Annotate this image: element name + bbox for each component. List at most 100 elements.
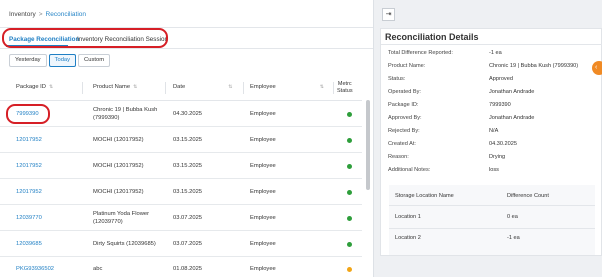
field-label-package-id: Package ID:	[388, 102, 419, 108]
column-header-label: Date	[173, 84, 186, 90]
product-name: MOCHI (12017952)	[93, 189, 144, 195]
row-employee: Employee	[250, 241, 276, 247]
row-highlight-annotation	[6, 104, 50, 124]
collapse-panel-icon[interactable]: ⇥	[382, 8, 395, 21]
product-name: Chronic 19 | Bubba Kush (7999390)	[93, 107, 157, 122]
column-header-label: Product Name	[93, 84, 131, 90]
table-scrollbar-thumb[interactable]	[366, 100, 370, 190]
field-label-reason: Reason:	[388, 154, 409, 160]
table-header: Package ID ⇅ Product Name ⇅ Date ⇅ Employee…	[0, 76, 362, 101]
column-header-difference-count: Difference Count	[507, 193, 549, 199]
field-value-total-difference: -1 ea	[489, 50, 502, 56]
table-divider	[389, 205, 595, 206]
filter-yesterday[interactable]: Yesterday	[9, 54, 47, 67]
package-id-link[interactable]: 12017952	[16, 163, 42, 171]
table-row[interactable]: 12017952 MOCHI (12017952) 03.15.2025 Emp…	[0, 153, 362, 179]
metrc-status-dot	[347, 112, 352, 117]
reconciliation-list-panel: Inventory > Reconciliation Package Reconci…	[0, 0, 374, 277]
table-row[interactable]: 12017952 MOCHI (12017952) 03.15.2025 Emp…	[0, 179, 362, 205]
metrc-status-dot	[347, 267, 352, 272]
field-label-approved-by: Approved By:	[388, 115, 422, 121]
product-name-line: Platinum Yoda Flower	[93, 211, 150, 217]
row-date: 01.08.2025	[173, 266, 203, 272]
filter-today[interactable]: Today	[48, 54, 77, 67]
app: Inventory > Reconciliation Package Reconci…	[0, 0, 602, 277]
product-name-line: Chronic 19 | Bubba Kush	[93, 107, 158, 113]
package-id-link[interactable]: 12039685	[16, 241, 42, 249]
sort-icon: ⇅	[133, 84, 138, 90]
product-name: MOCHI (12017952)	[93, 163, 144, 169]
table-row[interactable]: 12039770 Platinum Yoda Flower (12039770) …	[0, 205, 362, 231]
field-value-additional-notes: loss	[489, 167, 499, 173]
column-divider	[243, 82, 244, 94]
breadcrumb: Inventory > Reconciliation	[9, 11, 86, 18]
status-label: Status	[337, 88, 353, 94]
details-title: Reconciliation Details	[385, 32, 479, 42]
breadcrumb-separator: >	[38, 11, 43, 18]
table-row[interactable]: 12017952 MOCHI (12017952) 03.15.2025 Emp…	[0, 127, 362, 153]
field-label-status: Status:	[388, 76, 406, 82]
metrc-label: Metrc	[337, 81, 352, 87]
field-value-reason: Drying	[489, 154, 506, 160]
table-row[interactable]: PKG93936502 abc 01.08.2025 Employee	[0, 257, 362, 277]
field-value-package-id: 7999390	[489, 102, 511, 108]
product-name: Platinum Yoda Flower (12039770)	[93, 211, 149, 226]
field-value-operated-by: Jonathan Andrade	[489, 89, 535, 95]
table-divider	[389, 228, 595, 229]
metrc-status-dot	[347, 164, 352, 169]
field-label-additional-notes: Additional Notes:	[388, 167, 431, 173]
column-divider	[82, 82, 83, 94]
field-label-operated-by: Operated By:	[388, 89, 421, 95]
column-header-date[interactable]: Date ⇅	[173, 84, 232, 90]
tabs-divider	[0, 48, 373, 49]
row-date: 03.15.2025	[173, 189, 203, 195]
filter-custom[interactable]: Custom	[78, 54, 111, 67]
package-id-link[interactable]: PKG93936502	[16, 266, 54, 274]
metrc-status-dot	[347, 242, 352, 247]
package-id-link[interactable]: 12039770	[16, 215, 42, 223]
metrc-status-dot	[347, 190, 352, 195]
field-value-created-at: 04.30.2025	[489, 141, 517, 147]
breadcrumb-inventory[interactable]: Inventory	[9, 11, 36, 18]
field-label-total-difference: Total Difference Reported:	[388, 50, 453, 56]
storage-location-table: Storage Location Name Difference Count L…	[389, 185, 595, 255]
date-filter-group: Yesterday Today Custom	[9, 54, 112, 67]
row-employee: Employee	[250, 111, 276, 117]
row-employee: Employee	[250, 189, 276, 195]
column-header-product-name[interactable]: Product Name ⇅	[93, 84, 137, 90]
row-employee: Employee	[250, 215, 276, 221]
product-name: MOCHI (12017952)	[93, 137, 144, 143]
column-divider	[165, 82, 166, 94]
field-value-approved-by: Jonathan Andrade	[489, 115, 535, 121]
package-id-link[interactable]: 12017952	[16, 189, 42, 197]
location-name: Location 2	[395, 235, 421, 241]
product-name-line: (7999390)	[93, 114, 120, 121]
sort-icon: ⇅	[228, 84, 233, 90]
product-name-line: (12039770)	[93, 218, 123, 225]
metrc-status-dot	[347, 216, 352, 221]
chevron-left-icon[interactable]: ‹	[592, 61, 602, 75]
row-date: 03.07.2025	[173, 241, 203, 247]
column-header-metrc-status[interactable]: Metrc Status	[337, 81, 353, 95]
breadcrumb-reconciliation: Reconciliation	[45, 11, 87, 18]
field-value-product-name: Chronic 19 | Bubba Kush (7999390)	[489, 63, 579, 69]
sort-icon: ⇅	[319, 84, 324, 90]
column-divider	[333, 82, 334, 94]
row-date: 03.07.2025	[173, 215, 203, 221]
location-difference: 0 ea	[507, 214, 518, 220]
metrc-status-dot	[347, 138, 352, 143]
product-name: abc	[93, 266, 103, 272]
row-employee: Employee	[250, 266, 276, 272]
table-row[interactable]: 7999390 Chronic 19 | Bubba Kush (7999390)…	[0, 101, 362, 127]
package-id-link[interactable]: 12017952	[16, 137, 42, 145]
table-row[interactable]: 12039685 Dirty Squirts (12039685) 03.07.…	[0, 231, 362, 257]
row-date: 03.15.2025	[173, 163, 203, 169]
row-employee: Employee	[250, 163, 276, 169]
field-value-rejected-by: N/A	[489, 128, 499, 134]
column-header-employee[interactable]: Employee ⇅	[250, 84, 324, 90]
field-label-rejected-by: Rejected By:	[388, 128, 420, 134]
tabs-highlight-annotation	[2, 28, 168, 48]
location-name: Location 1	[395, 214, 421, 220]
column-header-package-id[interactable]: Package ID ⇅	[16, 84, 53, 90]
column-header-label: Package ID	[16, 84, 46, 90]
